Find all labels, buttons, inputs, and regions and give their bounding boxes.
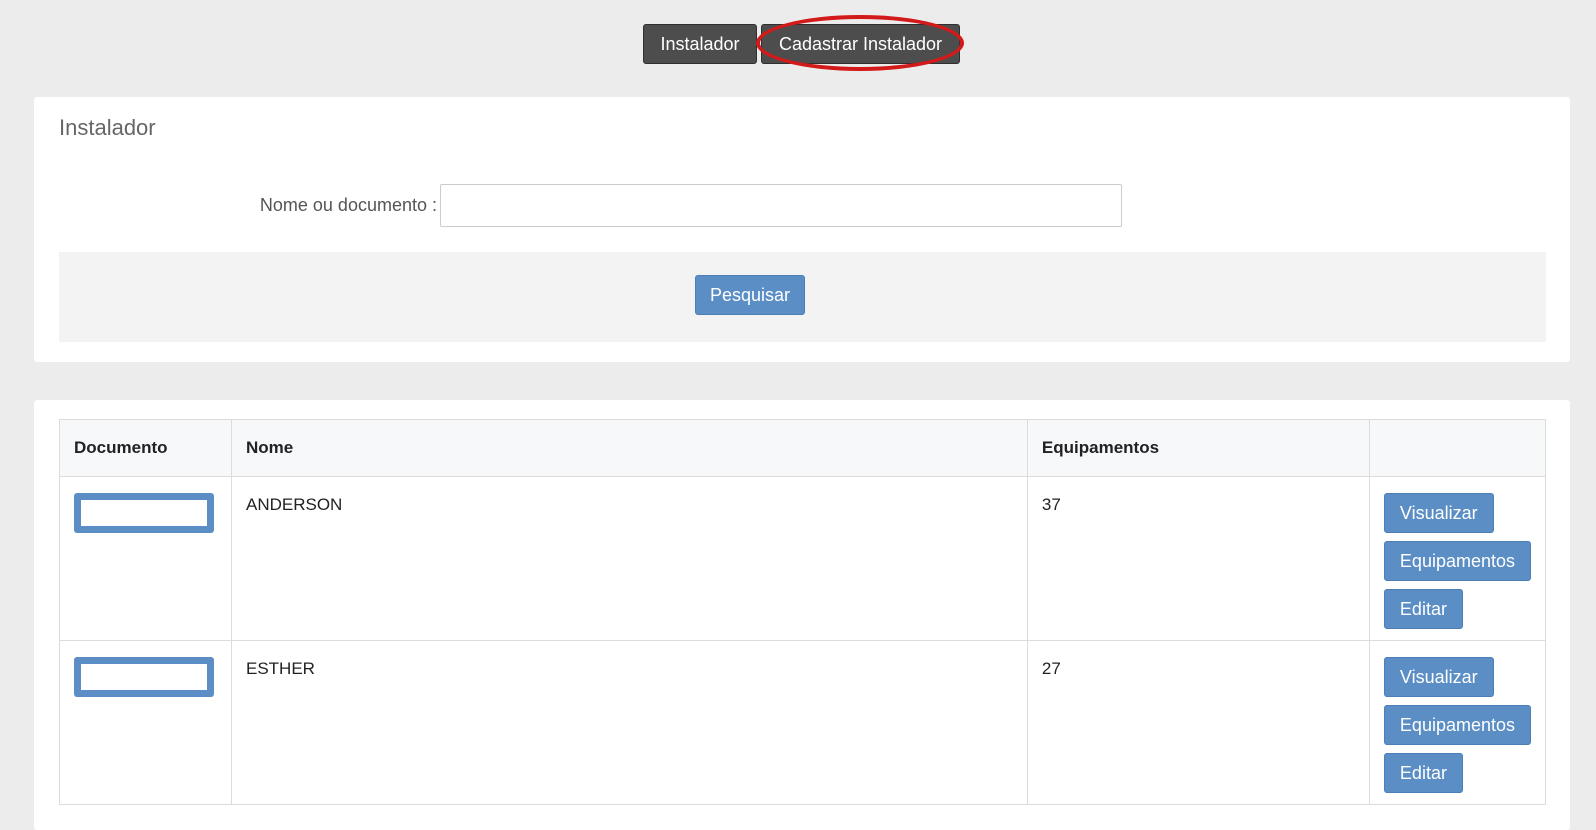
equipamentos-count: 37	[1041, 495, 1061, 514]
equipamentos-cell: 37	[1026, 476, 1370, 641]
table-header-row: Documento Nome Equipamentos	[59, 419, 1547, 477]
top-nav: Instalador Cadastrar Instalador	[643, 15, 964, 71]
nome-value: ANDERSON	[245, 495, 343, 514]
actions-cell: Visualizar Equipamentos Editar	[1368, 640, 1547, 805]
results-table: Documento Nome Equipamentos ANDERSON 37 …	[59, 419, 1547, 805]
panel-title: Instalador	[59, 115, 156, 140]
actions-cell: Visualizar Equipamentos Editar	[1368, 476, 1547, 641]
table-row: ANDERSON 37 Visualizar Equipamentos Edit…	[59, 476, 1547, 641]
nome-cell: ESTHER	[230, 640, 1028, 805]
nome-value: ESTHER	[245, 659, 315, 678]
header-actions	[1368, 419, 1547, 477]
results-panel: Documento Nome Equipamentos ANDERSON 37 …	[34, 400, 1570, 830]
equipamentos-count: 27	[1041, 659, 1061, 678]
documento-badge[interactable]	[74, 657, 214, 697]
table-row: ESTHER 27 Visualizar Equipamentos Editar	[59, 640, 1547, 805]
documento-cell	[59, 476, 232, 641]
visualizar-button[interactable]: Visualizar	[1383, 657, 1494, 697]
header-nome: Nome	[230, 419, 1028, 477]
equipamentos-button[interactable]: Equipamentos	[1383, 705, 1531, 745]
equipamentos-cell: 27	[1026, 640, 1370, 805]
search-panel: Instalador Nome ou documento : Pesquisar	[34, 97, 1570, 362]
editar-button[interactable]: Editar	[1383, 753, 1463, 793]
search-input[interactable]	[440, 184, 1122, 227]
header-documento: Documento	[59, 419, 232, 477]
nome-cell: ANDERSON	[230, 476, 1028, 641]
documento-badge[interactable]	[74, 493, 214, 533]
documento-cell	[59, 640, 232, 805]
cadastrar-instalador-button[interactable]: Cadastrar Instalador	[756, 15, 964, 71]
cadastrar-instalador-label: Cadastrar Instalador	[778, 33, 943, 54]
search-field-label: Nome ou documento :	[259, 195, 437, 215]
editar-button[interactable]: Editar	[1383, 589, 1463, 629]
search-button[interactable]: Pesquisar	[695, 275, 805, 315]
instalador-nav-button[interactable]: Instalador	[643, 24, 757, 64]
equipamentos-button[interactable]: Equipamentos	[1383, 541, 1531, 581]
header-equipamentos: Equipamentos	[1026, 419, 1370, 477]
search-action-strip: Pesquisar	[59, 252, 1546, 342]
visualizar-button[interactable]: Visualizar	[1383, 493, 1494, 533]
